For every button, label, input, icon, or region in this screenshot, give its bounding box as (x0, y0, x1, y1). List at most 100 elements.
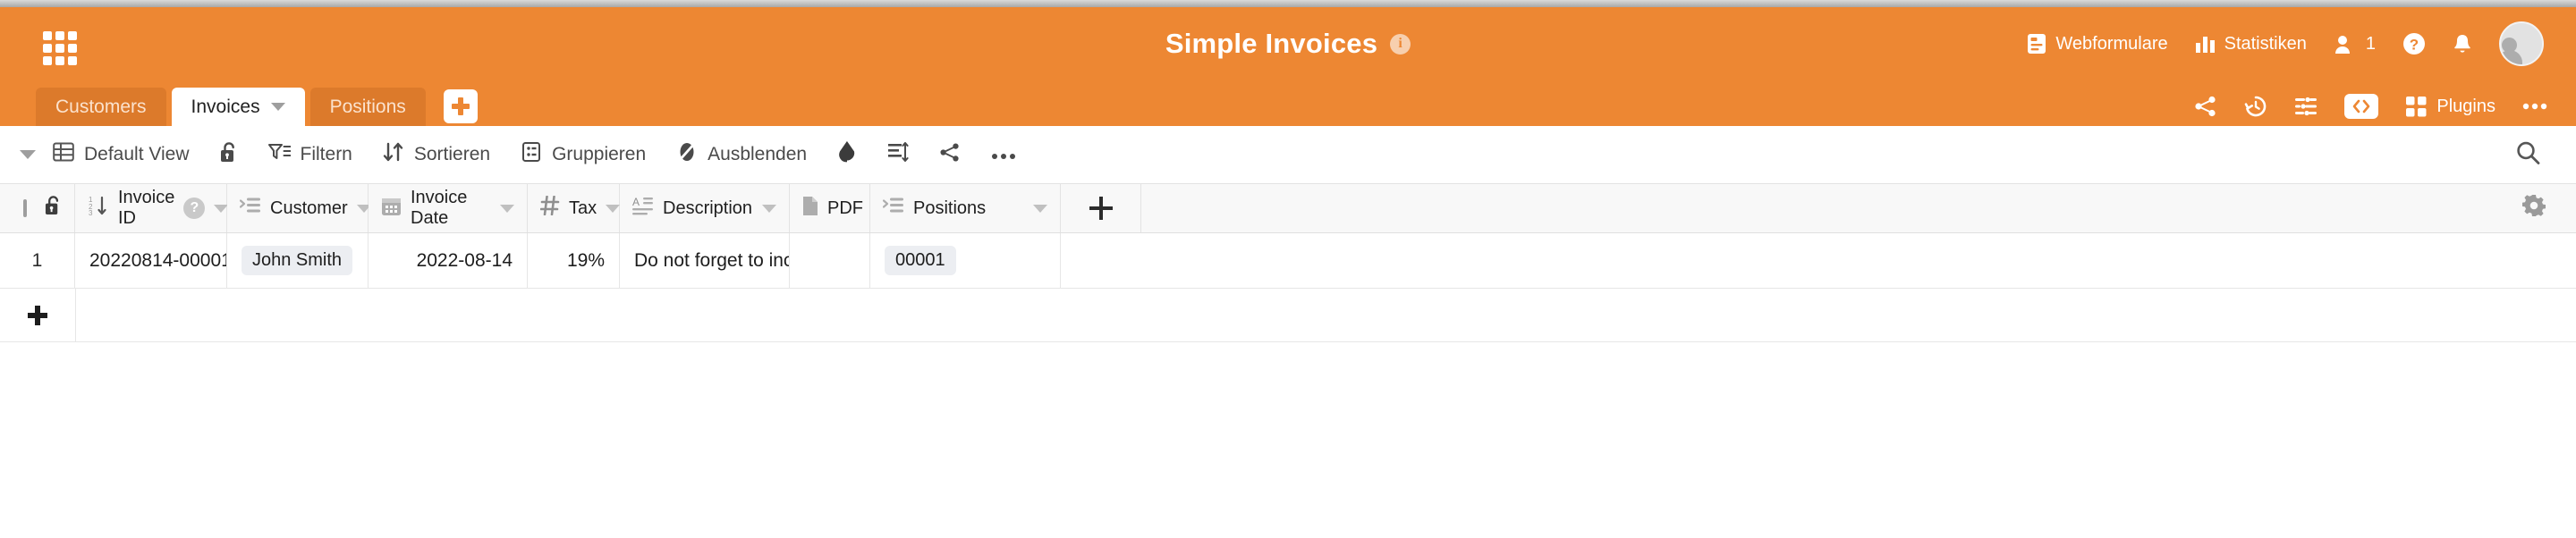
column-header-label: Tax (569, 198, 597, 218)
window-titlebar-strip (0, 0, 2576, 7)
api-settings-icon[interactable] (2294, 97, 2318, 116)
info-icon[interactable]: i (1390, 33, 1411, 55)
chevron-down-icon[interactable] (762, 204, 776, 213)
customer-chip[interactable]: John Smith (242, 246, 353, 275)
tab-invoices[interactable]: Invoices (171, 88, 305, 126)
plugins-button[interactable]: Plugins (2405, 96, 2496, 118)
table-icon (53, 141, 74, 168)
add-column-button[interactable] (1061, 184, 1141, 232)
toolbar-more-button[interactable] (976, 144, 1031, 165)
sort-button[interactable]: Sortieren (368, 141, 505, 168)
table-tab-bar: Customers Invoices Positions Plugins (0, 80, 2576, 126)
column-header-positions[interactable]: Positions (870, 184, 1061, 232)
plus-icon (1089, 197, 1113, 220)
table-row[interactable]: 1 20220814-00001 John Smith 2022-08-14 1… (0, 233, 2576, 289)
column-header-tax[interactable]: Tax (528, 184, 621, 232)
column-header-invoice-id[interactable]: 123 Invoice ID ? (75, 184, 229, 232)
avatar[interactable] (2499, 21, 2544, 66)
tab-customers[interactable]: Customers (36, 88, 166, 126)
cell-invoice-date[interactable]: 2022-08-14 (369, 233, 528, 288)
cell-customer[interactable]: John Smith (227, 233, 369, 288)
people-icon (2334, 34, 2357, 55)
statistics-button[interactable]: Statistiken (2195, 34, 2307, 55)
ellipsis-icon[interactable] (2522, 103, 2547, 110)
history-icon[interactable] (2244, 95, 2267, 118)
page-title: Simple Invoices (1165, 28, 1378, 59)
add-row-button[interactable] (0, 289, 76, 341)
row-height-icon (887, 141, 909, 168)
unlock-icon[interactable] (45, 195, 62, 222)
hide-label: Ausblenden (708, 144, 808, 164)
view-list-chevron-icon[interactable] (20, 150, 36, 159)
group-icon (521, 141, 542, 168)
link-list-icon (239, 197, 261, 220)
group-button[interactable]: Gruppieren (505, 141, 661, 168)
svg-text:3: 3 (89, 209, 93, 216)
tab-bar-actions: Plugins (2194, 94, 2547, 119)
tab-positions[interactable]: Positions (309, 88, 426, 126)
notifications-button[interactable] (2453, 33, 2472, 55)
row-number: 1 (0, 233, 75, 288)
positions-chip[interactable]: 00001 (885, 246, 956, 275)
apps-grid-icon[interactable] (43, 31, 77, 65)
collaborators-count: 1 (2365, 33, 2376, 54)
column-help-icon[interactable]: ? (183, 198, 206, 219)
collaborators-button[interactable]: 1 (2334, 34, 2376, 55)
code-icon[interactable] (2344, 94, 2379, 119)
column-header-invoice-date[interactable]: Invoice Date (369, 184, 528, 232)
chevron-down-icon[interactable] (214, 204, 229, 213)
cell-invoice-id[interactable]: 20220814-00001 (75, 233, 227, 288)
column-header-label: Invoice ID (118, 188, 175, 228)
add-table-button[interactable] (443, 89, 478, 123)
data-grid: 123 Invoice ID ? Customer Invoice Date T… (0, 183, 2576, 538)
chevron-down-icon[interactable] (1033, 204, 1047, 213)
color-button[interactable] (822, 140, 872, 169)
cell-positions[interactable]: 00001 (870, 233, 1061, 288)
webforms-label: Webformulare (2055, 33, 2168, 54)
column-header-label: Customer (270, 198, 348, 218)
grid-header-row: 123 Invoice ID ? Customer Invoice Date T… (0, 183, 2576, 233)
hide-fields-button[interactable]: Ausblenden (661, 141, 822, 168)
column-header-pdf[interactable]: PDF (790, 184, 886, 232)
group-label: Gruppieren (552, 144, 647, 164)
grid-header-filler (1141, 184, 2576, 232)
share-icon (939, 142, 961, 168)
row-height-button[interactable] (872, 141, 924, 168)
cell-pdf[interactable] (790, 233, 870, 288)
bell-icon (2453, 33, 2472, 55)
current-view-button[interactable]: Default View (38, 141, 205, 168)
unlock-icon (220, 141, 238, 169)
column-header-label: Invoice Date (411, 188, 468, 228)
column-header-description[interactable]: A Description (620, 184, 790, 232)
sort-icon (383, 141, 404, 168)
column-header-label: Description (663, 198, 753, 218)
plus-icon (28, 305, 47, 325)
cell-description[interactable]: Do not forget to inc... (620, 233, 790, 288)
share-view-button[interactable] (924, 142, 976, 168)
chevron-down-icon[interactable] (500, 204, 514, 213)
header-actions: Webformulare Statistiken 1 ? (2027, 7, 2544, 80)
share-icon[interactable] (2194, 96, 2217, 117)
add-row[interactable] (0, 289, 2576, 342)
hide-icon (676, 141, 698, 168)
select-all-checkbox[interactable] (23, 199, 27, 217)
ellipsis-icon (991, 144, 1016, 165)
help-button[interactable]: ? (2402, 32, 2426, 55)
tab-customers-label: Customers (55, 96, 147, 117)
app-window: Simple Invoices i Webformulare Statistik… (0, 0, 2576, 538)
chevron-down-icon[interactable] (606, 204, 621, 213)
tab-invoices-label: Invoices (191, 96, 260, 117)
question-mark-icon: ? (2402, 32, 2426, 55)
tab-positions-label: Positions (329, 96, 406, 117)
chevron-down-icon[interactable] (270, 103, 285, 111)
column-header-label: Positions (913, 198, 987, 218)
column-header-customer[interactable]: Customer (227, 184, 371, 232)
cell-tax[interactable]: 19% (528, 233, 620, 288)
search-button[interactable] (2515, 140, 2540, 170)
gear-icon[interactable] (2521, 194, 2546, 223)
add-row-filler (76, 289, 1062, 341)
view-lock-button[interactable] (205, 141, 253, 169)
plugins-label: Plugins (2436, 96, 2496, 116)
filter-button[interactable]: Filtern (253, 142, 368, 168)
webforms-button[interactable]: Webformulare (2027, 33, 2168, 55)
